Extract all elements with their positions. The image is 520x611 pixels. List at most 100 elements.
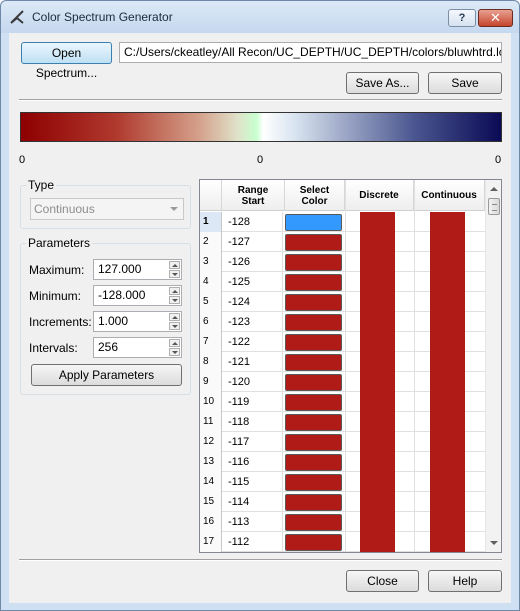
table-row[interactable]: 16 -113 — [200, 512, 485, 532]
select-color-swatch[interactable] — [285, 374, 342, 391]
range-start-cell[interactable]: -116 — [222, 452, 283, 472]
minimum-up-arrow-icon[interactable] — [169, 287, 180, 295]
discrete-header[interactable]: Discrete — [345, 180, 414, 211]
range-start-cell[interactable]: -117 — [222, 432, 283, 452]
continuous-color-swatch — [430, 352, 465, 372]
row-number[interactable]: 5 — [200, 292, 222, 312]
select-color-swatch[interactable] — [285, 254, 342, 271]
range-start-cell[interactable]: -120 — [222, 372, 283, 392]
table-row[interactable]: 15 -114 — [200, 492, 485, 512]
select-color-swatch[interactable] — [285, 294, 342, 311]
continuous-header[interactable]: Continuous — [414, 180, 485, 211]
select-color-swatch[interactable] — [285, 534, 342, 551]
select-color-swatch[interactable] — [285, 474, 342, 491]
increments-spinbox[interactable]: 1.000 — [93, 311, 182, 332]
apply-parameters-button[interactable]: Apply Parameters — [31, 364, 182, 386]
scroll-down-arrow-icon[interactable] — [486, 535, 501, 551]
maximum-up-arrow-icon[interactable] — [169, 261, 180, 269]
intervals-down-arrow-icon[interactable] — [169, 348, 180, 356]
titlebar-help-button[interactable]: ? — [448, 9, 476, 27]
table-row[interactable]: 4 -125 — [200, 272, 485, 292]
intervals-up-arrow-icon[interactable] — [169, 339, 180, 347]
table-row[interactable]: 12 -117 — [200, 432, 485, 452]
row-number[interactable]: 12 — [200, 432, 222, 452]
row-number[interactable]: 14 — [200, 472, 222, 492]
scrollbar-thumb[interactable] — [488, 198, 500, 215]
row-number[interactable]: 17 — [200, 532, 222, 552]
table-row[interactable]: 11 -118 — [200, 412, 485, 432]
range-start-cell[interactable]: -122 — [222, 332, 283, 352]
continuous-color-swatch — [430, 532, 465, 552]
select-color-swatch[interactable] — [285, 514, 342, 531]
increments-down-arrow-icon[interactable] — [169, 322, 180, 330]
row-number[interactable]: 2 — [200, 232, 222, 252]
table-row[interactable]: 9 -120 — [200, 372, 485, 392]
range-start-cell[interactable]: -126 — [222, 252, 283, 272]
row-number[interactable]: 8 — [200, 352, 222, 372]
continuous-color-swatch — [430, 412, 465, 432]
open-spectrum-button[interactable]: Open Spectrum... — [21, 42, 112, 80]
range-start-cell[interactable]: -112 — [222, 532, 283, 552]
select-color-swatch[interactable] — [285, 454, 342, 471]
row-number[interactable]: 3 — [200, 252, 222, 272]
range-start-cell[interactable]: -118 — [222, 412, 283, 432]
table-row[interactable]: 1 -128 — [200, 212, 485, 232]
intervals-spinbox[interactable]: 256 — [93, 337, 182, 358]
table-row[interactable]: 13 -116 — [200, 452, 485, 472]
table-row[interactable]: 10 -119 — [200, 392, 485, 412]
table-row[interactable]: 17 -112 — [200, 532, 485, 552]
row-number[interactable]: 15 — [200, 492, 222, 512]
table-vertical-scrollbar[interactable] — [485, 180, 501, 552]
select-color-swatch[interactable] — [285, 334, 342, 351]
table-row[interactable]: 8 -121 — [200, 352, 485, 372]
row-number[interactable]: 13 — [200, 452, 222, 472]
range-start-cell[interactable]: -124 — [222, 292, 283, 312]
select-color-swatch[interactable] — [285, 274, 342, 291]
maximum-down-arrow-icon[interactable] — [169, 270, 180, 278]
range-start-cell[interactable]: -127 — [222, 232, 283, 252]
titlebar-close-button[interactable]: ✕ — [478, 9, 513, 27]
table-row[interactable]: 3 -126 — [200, 252, 485, 272]
row-number[interactable]: 7 — [200, 332, 222, 352]
save-button[interactable]: Save — [428, 72, 502, 94]
increments-up-arrow-icon[interactable] — [169, 313, 180, 321]
range-start-cell[interactable]: -114 — [222, 492, 283, 512]
spectrum-path-field[interactable]: C:/Users/ckeatley/All Recon/UC_DEPTH/UC_… — [119, 42, 502, 63]
table-row[interactable]: 7 -122 — [200, 332, 485, 352]
select-color-swatch[interactable] — [285, 494, 342, 511]
row-number[interactable]: 16 — [200, 512, 222, 532]
row-number[interactable]: 4 — [200, 272, 222, 292]
maximum-spinbox[interactable]: 127.000 — [93, 259, 182, 280]
select-color-swatch[interactable] — [285, 314, 342, 331]
row-number[interactable]: 10 — [200, 392, 222, 412]
help-button[interactable]: Help — [428, 570, 502, 592]
row-number[interactable]: 9 — [200, 372, 222, 392]
range-start-cell[interactable]: -128 — [222, 212, 283, 232]
row-number[interactable]: 11 — [200, 412, 222, 432]
select-color-swatch[interactable] — [285, 434, 342, 451]
table-row[interactable]: 5 -124 — [200, 292, 485, 312]
close-button[interactable]: Close — [346, 570, 419, 592]
row-number[interactable]: 1 — [200, 212, 222, 232]
range-start-cell[interactable]: -115 — [222, 472, 283, 492]
save-as-button[interactable]: Save As... — [346, 72, 419, 94]
range-start-cell[interactable]: -113 — [222, 512, 283, 532]
scroll-up-arrow-icon[interactable] — [486, 181, 501, 197]
range-start-cell[interactable]: -121 — [222, 352, 283, 372]
select-color-swatch[interactable] — [285, 214, 342, 231]
range-start-cell[interactable]: -125 — [222, 272, 283, 292]
select-color-swatch[interactable] — [285, 414, 342, 431]
row-number[interactable]: 6 — [200, 312, 222, 332]
table-row[interactable]: 2 -127 — [200, 232, 485, 252]
range-start-header[interactable]: Range Start — [222, 180, 285, 211]
table-row[interactable]: 6 -123 — [200, 312, 485, 332]
table-row[interactable]: 14 -115 — [200, 472, 485, 492]
select-color-swatch[interactable] — [285, 234, 342, 251]
minimum-down-arrow-icon[interactable] — [169, 296, 180, 304]
range-start-cell[interactable]: -119 — [222, 392, 283, 412]
range-start-cell[interactable]: -123 — [222, 312, 283, 332]
minimum-spinbox[interactable]: -128.000 — [93, 285, 182, 306]
select-color-swatch[interactable] — [285, 354, 342, 371]
select-color-header[interactable]: Select Color — [285, 180, 345, 211]
select-color-swatch[interactable] — [285, 394, 342, 411]
